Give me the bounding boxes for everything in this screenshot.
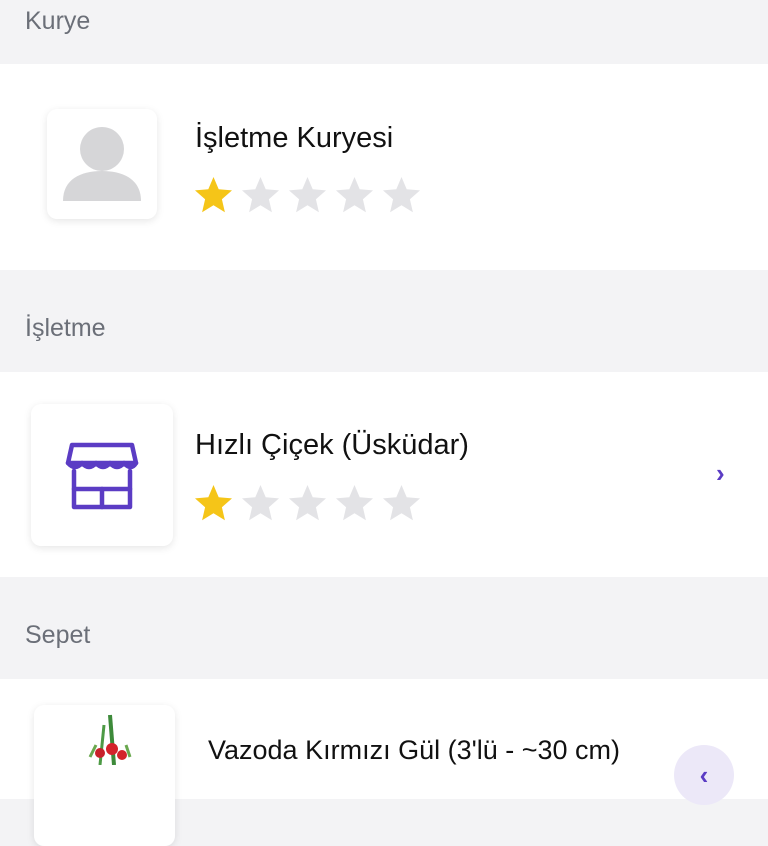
basket-section-label: Sepet — [25, 621, 91, 649]
courier-name: İşletme Kuryesi — [195, 122, 394, 154]
basket-card: Vazoda Kırmızı Gül (3'lü - ~30 cm) ‹ — [0, 679, 768, 846]
chevron-right-icon[interactable]: › — [716, 458, 725, 489]
business-card[interactable]: Hızlı Çiçek (Üsküdar) › — [0, 372, 768, 577]
star-empty-icon — [383, 485, 420, 521]
courier-rating — [193, 175, 422, 216]
business-rating — [193, 483, 422, 524]
business-section-header: İşletme — [0, 270, 768, 372]
star-empty-icon — [289, 177, 326, 213]
business-section-label: İşletme — [25, 314, 106, 342]
basket-section-header: Sepet — [0, 577, 768, 679]
user-placeholder-icon — [63, 127, 141, 201]
product-image — [34, 705, 175, 846]
star-empty-icon — [289, 485, 326, 521]
product-name: Vazoda Kırmızı Gül (3'lü - ~30 cm) — [208, 735, 621, 765]
business-logo — [31, 404, 173, 546]
courier-avatar — [47, 109, 157, 219]
star-empty-icon — [336, 177, 373, 213]
business-name[interactable]: Hızlı Çiçek (Üsküdar) — [195, 429, 469, 462]
courier-section-header: Kurye — [0, 0, 768, 64]
star-empty-icon — [242, 485, 279, 521]
star-empty-icon — [383, 177, 420, 213]
flower-bouquet-icon — [88, 714, 131, 765]
courier-section-label: Kurye — [25, 7, 91, 35]
star-filled-icon — [195, 485, 232, 521]
chevron-left-icon[interactable]: ‹ — [674, 745, 734, 805]
star-filled-icon — [195, 177, 232, 213]
store-awning-icon — [65, 442, 139, 510]
courier-card: İşletme Kuryesi — [0, 64, 768, 270]
star-empty-icon — [242, 177, 279, 213]
star-empty-icon — [336, 485, 373, 521]
